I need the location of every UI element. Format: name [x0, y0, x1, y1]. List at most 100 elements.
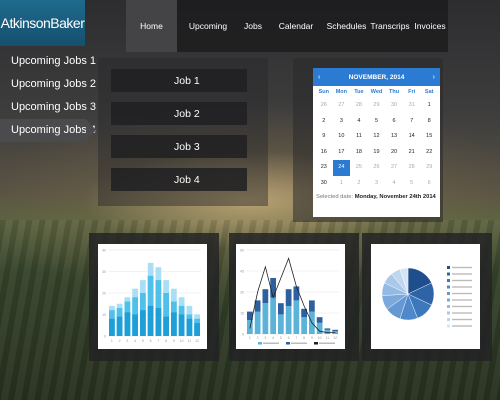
bar: [270, 297, 276, 334]
y-tick-label: 0: [242, 333, 244, 337]
calendar-day[interactable]: 25: [350, 160, 368, 176]
x-tick-label: 1: [249, 336, 251, 340]
calendar-day[interactable]: 4: [385, 176, 403, 192]
legend-label: [452, 305, 472, 308]
chevron-right-icon[interactable]: ›: [433, 74, 435, 81]
combo-chart: 0153045601 2 3 4 5 6 7 8 9 10 11 12: [240, 249, 339, 345]
job-3-button[interactable]: Job 3: [111, 135, 247, 158]
calendar-day[interactable]: 28: [403, 160, 421, 176]
legend-swatch: [447, 279, 450, 282]
bar: [116, 316, 123, 336]
x-tick-label: 8: [303, 336, 305, 340]
legend-label: [319, 342, 335, 344]
bar-chart: 0102030401 2 3 4 5 6 7 8 9 10 11 12: [102, 249, 201, 343]
calendar-day[interactable]: 3: [333, 114, 351, 130]
sidebar-item-upcoming-jobs-2[interactable]: Upcoming Jobs 2: [0, 73, 100, 96]
job-1-button[interactable]: Job 1: [111, 69, 247, 92]
calendar-day[interactable]: 20: [385, 145, 403, 161]
nav-home[interactable]: Home: [126, 0, 177, 52]
calendar-day[interactable]: 28: [350, 98, 368, 114]
legend-label: [452, 312, 472, 314]
bar: [316, 317, 323, 323]
bar: [163, 316, 169, 336]
calendar-day[interactable]: 19: [368, 145, 386, 161]
calendar-day[interactable]: 6: [420, 176, 438, 192]
bar: [109, 318, 115, 336]
calendar-day[interactable]: 6: [385, 114, 403, 130]
sidebar-item-upcoming-jobs-1[interactable]: Upcoming Jobs 1: [0, 50, 100, 73]
job-4-button[interactable]: Job 4: [111, 168, 247, 191]
chevron-left-icon[interactable]: ‹: [318, 74, 320, 81]
calendar-day[interactable]: 30: [385, 98, 403, 114]
nav-calendar[interactable]: Calendar: [267, 0, 325, 52]
calendar-day[interactable]: 8: [420, 114, 438, 130]
sidebar-item-upcoming-jobs-4[interactable]: Upcoming Jobs 4: [0, 119, 96, 142]
nav-invoices[interactable]: Invoices: [412, 0, 448, 52]
legend-label: [452, 273, 472, 275]
legend-label: [291, 342, 307, 344]
legend-swatch: [447, 298, 450, 302]
bar: [262, 303, 269, 334]
calendar-day[interactable]: 17: [333, 145, 351, 161]
calendar-day[interactable]: 16: [315, 145, 333, 161]
x-tick-label: 4: [134, 339, 136, 343]
calendar-day[interactable]: 10: [333, 129, 351, 145]
calendar-day[interactable]: 4: [350, 114, 368, 130]
calendar-day[interactable]: 22: [420, 145, 438, 161]
x-tick-label: 12: [333, 336, 337, 340]
x-tick-label: 2: [119, 339, 121, 343]
legend-label: [452, 325, 472, 327]
weekday-label: Tue: [354, 89, 364, 95]
y-tick-label: 10: [102, 313, 106, 317]
calendar-day[interactable]: 27: [333, 98, 351, 114]
bar: [270, 278, 276, 298]
calendar-day[interactable]: 21: [403, 145, 421, 161]
y-tick-label: 40: [102, 249, 106, 253]
calendar-day-selected[interactable]: 24: [332, 160, 351, 176]
bar: [186, 318, 193, 336]
calendar-day[interactable]: 29: [420, 160, 438, 176]
calendar-day[interactable]: 9: [315, 129, 333, 145]
weekday-label: Sun: [318, 89, 329, 95]
weekday-label: Wed: [370, 89, 383, 95]
calendar-day[interactable]: 1: [333, 176, 351, 192]
x-tick-label: 4: [272, 336, 274, 340]
calendar-day[interactable]: 11: [350, 129, 368, 145]
calendar-day[interactable]: 2: [315, 114, 333, 130]
brand-logo[interactable]: AtkinsonBaker: [0, 0, 85, 46]
calendar-day[interactable]: 5: [403, 176, 421, 192]
calendar-day[interactable]: 23: [315, 160, 333, 176]
calendar-day[interactable]: 26: [368, 160, 386, 176]
legend-label: [452, 292, 472, 295]
nav-jobs[interactable]: Jobs: [239, 0, 267, 52]
calendar-day[interactable]: 3: [368, 176, 386, 192]
weekday-label: Mon: [335, 89, 347, 95]
calendar-day[interactable]: 5: [368, 114, 386, 130]
calendar-day[interactable]: 2: [350, 176, 368, 192]
calendar-day[interactable]: 29: [368, 98, 386, 114]
calendar-day[interactable]: 1: [420, 98, 438, 114]
nav-schedules[interactable]: Schedules: [325, 0, 368, 52]
job-2-button[interactable]: Job 2: [111, 102, 247, 125]
calendar-day[interactable]: 14: [403, 129, 421, 145]
calendar-day[interactable]: 15: [420, 129, 438, 145]
nav-transcrips[interactable]: Transcrips: [368, 0, 412, 52]
legend-swatch: [286, 342, 290, 345]
calendar-day[interactable]: 30: [315, 176, 333, 192]
calendar-day[interactable]: 18: [350, 145, 368, 161]
calendar-day[interactable]: 31: [403, 98, 421, 114]
calendar-day[interactable]: 13: [385, 129, 403, 145]
sidebar-item-upcoming-jobs-3[interactable]: Upcoming Jobs 3: [0, 96, 100, 119]
bar: [332, 329, 338, 332]
calendar-day[interactable]: 12: [368, 129, 386, 145]
calendar-day[interactable]: 7: [403, 114, 421, 130]
legend-swatch: [447, 285, 450, 289]
selected-date-value: Monday, November 24th 2014: [354, 194, 436, 200]
bar: [301, 317, 307, 334]
x-tick-label: 10: [318, 336, 322, 340]
legend-label: [452, 299, 472, 301]
legend-label: [452, 318, 472, 321]
calendar-day[interactable]: 27: [385, 160, 403, 176]
nav-upcoming[interactable]: Upcoming: [177, 0, 239, 52]
calendar-day[interactable]: 26: [315, 98, 333, 114]
